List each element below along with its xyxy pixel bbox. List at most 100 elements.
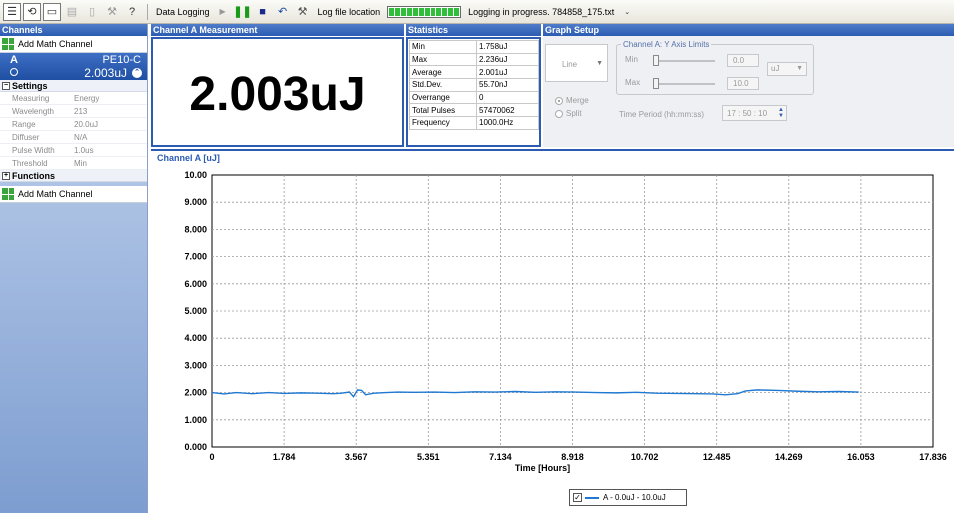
logging-progress-bar	[387, 5, 462, 18]
y-tick-label: 0.000	[184, 442, 207, 452]
statistics-title: Statistics	[406, 24, 541, 36]
measurement-panel: Channel A Measurement 2.003uJ	[151, 24, 404, 147]
measurement-display: 2.003uJ	[151, 37, 404, 147]
y-tick-label: 6.000	[184, 279, 207, 289]
setting-value: 20.0uJ	[74, 120, 99, 129]
max-slider-track[interactable]	[653, 83, 715, 85]
y-tick-label: 4.000	[184, 333, 207, 343]
help-icon[interactable]: ?	[123, 3, 141, 21]
channels-title: Channels	[0, 24, 147, 36]
add-math-channel-button[interactable]: Add Math Channel	[0, 36, 147, 53]
measurement-value: 2.003uJ	[189, 68, 366, 121]
settings-row: Diffuser N/A	[0, 131, 147, 144]
channel-a-header[interactable]: A PE10-C 2.003uJ ⌃	[0, 53, 147, 80]
window-icon[interactable]: ▭	[43, 2, 61, 21]
x-tick-label: 8.918	[561, 452, 584, 462]
play-icon[interactable]: ▶	[214, 3, 232, 21]
functions-title: Functions	[12, 170, 55, 181]
x-tick-label: 3.567	[345, 452, 368, 462]
x-tick-label: 7.134	[489, 452, 512, 462]
y-tick-label: 10.00	[184, 170, 207, 180]
statistics-table: Min 1.758uJ Max 2.236uJ Average 2.001uJ Std…	[409, 40, 539, 130]
merge-label: Merge	[566, 96, 589, 105]
table-row: Max 2.236uJ	[409, 52, 539, 67]
tool-icon[interactable]: ⚒	[103, 3, 121, 21]
split-label: Split	[566, 109, 582, 118]
channel-select-radio[interactable]	[10, 68, 18, 76]
x-tick-label: 10.702	[631, 452, 659, 462]
x-tick-label: 16.053	[847, 452, 875, 462]
table-row: Std.Dev. 55.70nJ	[409, 78, 539, 92]
chart-legend[interactable]: ✓ A - 0.0uJ - 10.0uJ	[569, 489, 687, 506]
log-file-location-label[interactable]: Log file location	[318, 7, 381, 17]
channels-sidebar: Channels Add Math Channel A PE10-C 2.003…	[0, 24, 148, 513]
chart-plot: 0 1.784 3.567 5.351 7.134 8.918 10.702 12.485 14…	[184, 170, 947, 473]
x-tick-label: 1.784	[273, 452, 296, 462]
channels-icon[interactable]: ☰	[3, 2, 21, 21]
table-row: Frequency 1000.0Hz	[409, 116, 539, 130]
legend-checkbox[interactable]: ✓	[573, 493, 582, 502]
settings-row: Range 20.0uJ	[0, 118, 147, 131]
setting-label: Threshold	[12, 159, 48, 168]
legend-swatch	[585, 496, 599, 499]
min-slider-track[interactable]	[653, 60, 715, 62]
min-slider-handle[interactable]	[653, 55, 659, 66]
stop-icon[interactable]: ■	[254, 3, 272, 21]
min-label: Min	[625, 55, 638, 64]
settings-section-header[interactable]: − Settings	[0, 80, 147, 92]
settings-row: Wavelength 213	[0, 105, 147, 118]
spinner-icon[interactable]: ▲ ▼	[778, 107, 784, 119]
split-radio-indicator[interactable]	[555, 109, 563, 118]
display-icon[interactable]: ▤	[63, 3, 81, 21]
y-tick-label: 3.000	[184, 360, 207, 370]
setting-label: Wavelength	[12, 107, 54, 116]
graph-type-value: Line	[562, 60, 578, 69]
setting-value: Energy	[74, 94, 100, 103]
setting-value: 213	[74, 107, 88, 116]
time-period-field[interactable]: 17 : 50 : 10 ▲ ▼	[722, 105, 787, 121]
x-tick-label: 5.351	[417, 452, 440, 462]
y-tick-label: 7.000	[184, 252, 207, 262]
unit-select[interactable]: uJ ▼	[767, 62, 807, 76]
refresh-icon[interactable]: ⟲	[23, 2, 41, 21]
statistics-table-box: Min 1.758uJ Max 2.236uJ Average 2.001uJ Std…	[406, 37, 541, 147]
time-period-value: 17 : 50 : 10	[727, 109, 768, 118]
add-math-channel-label: Add Math Channel	[18, 39, 93, 49]
setting-value: 1.0us	[74, 146, 94, 155]
split-radio[interactable]: Split	[555, 109, 582, 118]
table-row: Total Pulses 57470062	[409, 103, 539, 118]
min-value-field[interactable]: 0.0	[727, 54, 759, 67]
max-value-field[interactable]: 10.0	[727, 77, 759, 90]
chevron-down-icon[interactable]: ⌄	[618, 3, 636, 21]
expand-icon[interactable]: +	[2, 171, 10, 180]
add-math-channel-button-2[interactable]: Add Math Channel	[0, 186, 147, 203]
settings-tool-icon[interactable]: ⚒	[294, 3, 312, 21]
chevron-up-icon[interactable]: ⌃	[132, 68, 142, 78]
math-channel-icon	[2, 38, 14, 50]
settings-row: Pulse Width 1.0us	[0, 144, 147, 157]
settings-row: Measuring Energy	[0, 92, 147, 105]
info-icon[interactable]: ▯	[83, 3, 101, 21]
merge-radio[interactable]: Merge	[555, 96, 589, 105]
chevron-down-icon: ▼	[596, 60, 603, 67]
time-period-label: Time Period (hh:mm:ss)	[619, 110, 705, 119]
x-axis-label: Time [Hours]	[515, 463, 570, 473]
y-tick-label: 8.000	[184, 224, 207, 234]
graph-setup-panel: Graph Setup Line ▼ Merge Split Channel A…	[543, 24, 954, 147]
merge-radio-indicator[interactable]	[555, 96, 563, 105]
undo-icon[interactable]: ↶	[274, 3, 292, 21]
graph-type-select[interactable]: Line ▼	[545, 44, 608, 82]
pause-icon[interactable]: ❚❚	[233, 3, 251, 21]
x-tick-label: 14.269	[775, 452, 803, 462]
channel-value: 2.003uJ	[84, 66, 127, 80]
setting-label: Range	[12, 120, 36, 129]
collapse-icon[interactable]: −	[2, 81, 10, 90]
x-tick-label: 17.836	[919, 452, 947, 462]
graph-setup-title: Graph Setup	[543, 24, 954, 36]
channel-letter: A	[10, 54, 18, 66]
unit-value: uJ	[771, 64, 780, 73]
max-slider-handle[interactable]	[653, 78, 659, 89]
functions-section-header[interactable]: + Functions	[0, 170, 147, 182]
setting-label: Measuring	[12, 94, 50, 103]
settings-row: Threshold Min	[0, 157, 147, 170]
